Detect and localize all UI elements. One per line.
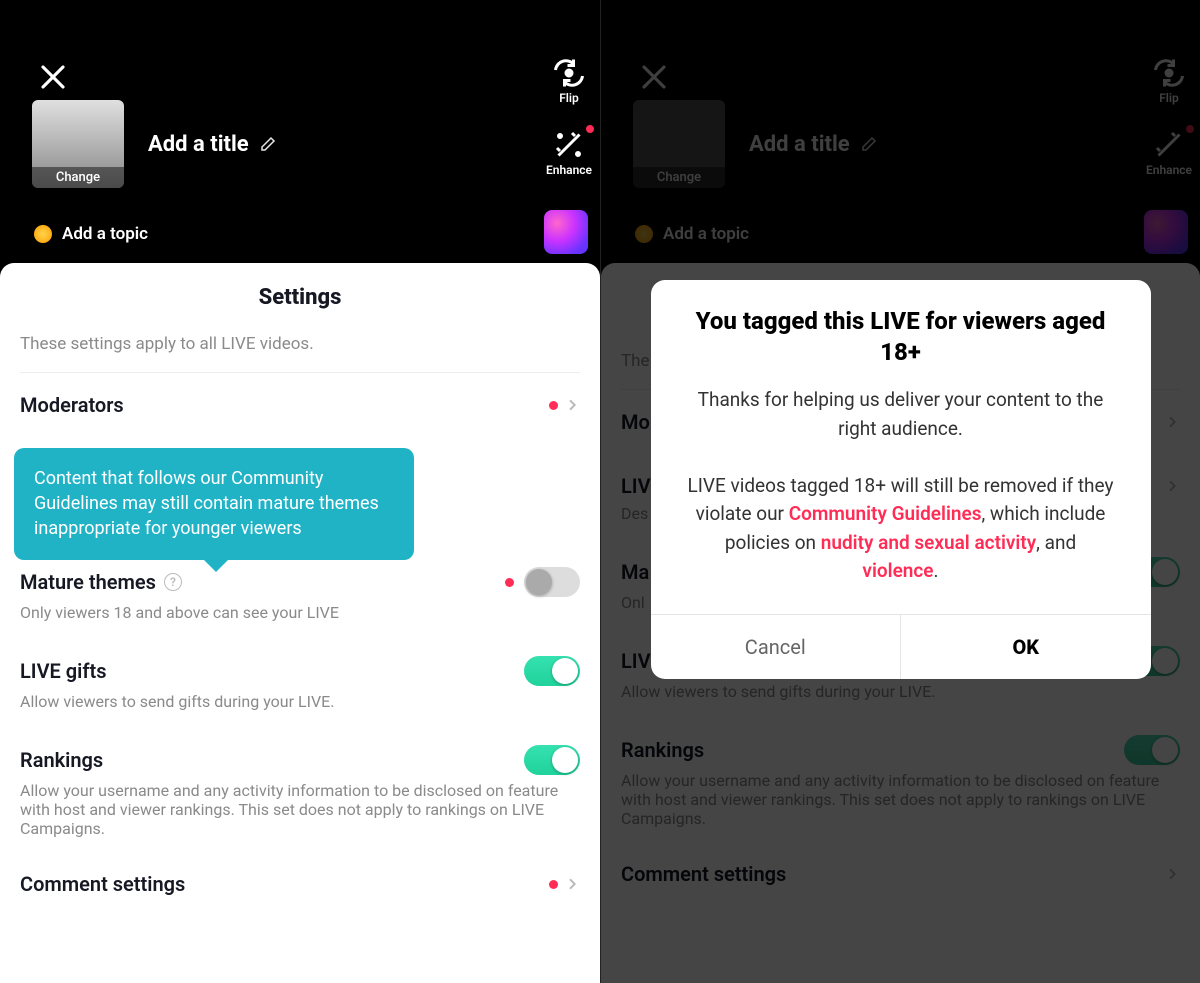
rankings-row[interactable]: Rankings	[20, 725, 580, 781]
live-gifts-desc: Allow viewers to send gifts during your …	[20, 692, 580, 711]
live-gifts-toggle[interactable]	[524, 656, 580, 686]
live-gifts-row[interactable]: LIVE gifts	[20, 636, 580, 692]
age-tag-modal: You tagged this LIVE for viewers aged 18…	[651, 280, 1151, 679]
enhance-button[interactable]: Enhance	[546, 127, 592, 177]
red-dot-icon	[549, 401, 558, 410]
mature-themes-desc: Only viewers 18 and above can see your L…	[20, 603, 580, 622]
settings-subtitle: These settings apply to all LIVE videos.	[20, 334, 580, 373]
rankings-toggle[interactable]	[524, 745, 580, 775]
enhance-label: Enhance	[546, 163, 592, 177]
rankings-label: Rankings	[20, 748, 103, 772]
comment-settings-label: Comment settings	[20, 872, 185, 896]
add-topic-label: Add a topic	[62, 224, 148, 244]
flip-label: Flip	[559, 91, 579, 105]
edit-icon	[259, 135, 277, 153]
screenshot-right: Flip Enhance Change Add a title Add a to…	[600, 0, 1200, 983]
moderators-chevron	[549, 397, 580, 413]
rankings-desc: Allow your username and any activity inf…	[20, 781, 580, 838]
moderators-label: Moderators	[20, 393, 124, 417]
cover-change-label: Change	[32, 167, 124, 188]
info-icon[interactable]: ?	[164, 573, 182, 591]
community-guidelines-link[interactable]: Community Guidelines	[789, 502, 982, 525]
settings-sheet: Settings These settings apply to all LIV…	[0, 263, 600, 983]
mature-themes-toggle[interactable]	[524, 567, 580, 597]
live-title-placeholder: Add a title	[148, 132, 249, 157]
topic-icon	[34, 225, 52, 243]
red-dot-icon	[505, 578, 514, 587]
live-setup-top: Flip Enhance Change Add a title Add a to…	[0, 0, 600, 260]
red-dot-icon	[549, 880, 558, 889]
screenshot-left: Flip Enhance Change Add a title Add a to…	[0, 0, 600, 983]
comment-settings-chevron	[549, 876, 580, 892]
close-icon[interactable]	[38, 62, 68, 96]
cover-change-button[interactable]: Change	[32, 100, 124, 188]
modal-body: Thanks for helping us deliver your conte…	[651, 378, 1151, 614]
cancel-button[interactable]: Cancel	[651, 615, 902, 679]
live-gifts-label: LIVE gifts	[20, 659, 106, 683]
modal-title: You tagged this LIVE for viewers aged 18…	[651, 280, 1151, 378]
comment-settings-row[interactable]: Comment settings	[20, 852, 580, 902]
side-actions: Flip Enhance	[546, 55, 592, 177]
effects-button[interactable]	[544, 210, 588, 254]
mature-themes-tooltip: Content that follows our Community Guide…	[14, 448, 414, 560]
notification-dot-icon	[586, 125, 594, 133]
settings-title: Settings	[20, 285, 580, 310]
nudity-policy-link[interactable]: nudity and sexual activity	[821, 531, 1036, 554]
flip-camera-button[interactable]: Flip	[551, 55, 587, 105]
violence-policy-link[interactable]: violence	[862, 559, 933, 582]
live-title-input[interactable]: Add a title	[148, 132, 277, 157]
ok-button[interactable]: OK	[901, 615, 1151, 679]
mature-themes-label: Mature themes	[20, 570, 156, 594]
moderators-row[interactable]: Moderators	[20, 373, 580, 423]
add-topic-button[interactable]: Add a topic	[34, 224, 578, 244]
